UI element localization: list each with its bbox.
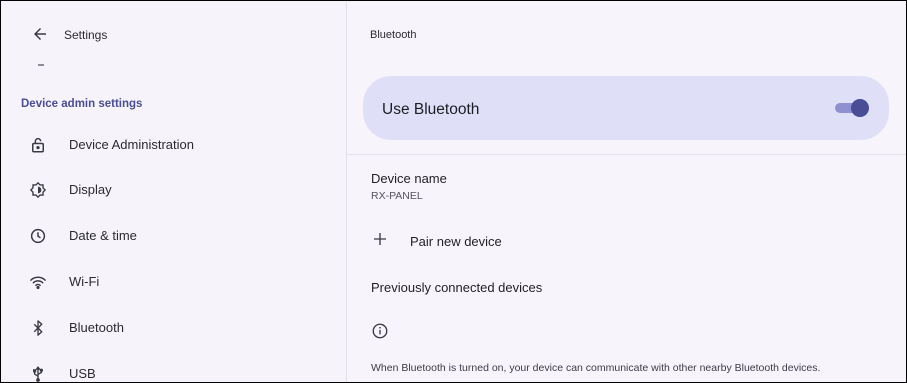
sidebar-item-label: Bluetooth [69, 320, 124, 335]
device-name-value: RX-PANEL [371, 190, 423, 202]
pair-new-device-button[interactable]: Pair new device [369, 226, 669, 256]
back-arrow-icon[interactable] [29, 23, 51, 45]
page-title: Bluetooth [370, 29, 417, 41]
pair-new-device-label: Pair new device [410, 234, 502, 249]
lock-open-icon [28, 135, 48, 155]
brightness-icon [28, 180, 48, 200]
use-bluetooth-toggle-card[interactable]: Use Bluetooth [363, 76, 889, 140]
scroll-indicator [38, 64, 44, 66]
previously-connected-devices-link[interactable]: Previously connected devices [371, 280, 542, 295]
sidebar-item-label: Display [69, 182, 112, 197]
switch-thumb [851, 99, 869, 117]
sidebar-item-date-time[interactable]: Date & time [1, 214, 346, 258]
sidebar-item-label: USB [69, 366, 96, 381]
info-icon [372, 323, 388, 339]
use-bluetooth-label: Use Bluetooth [382, 101, 480, 118]
sidebar-item-usb[interactable]: USB [1, 352, 346, 382]
sidebar-item-device-administration[interactable]: Device Administration [1, 123, 346, 167]
sidebar-item-label: Device Administration [69, 137, 194, 152]
bluetooth-settings-pane: Bluetooth Use Bluetooth Device name RX-P… [347, 1, 906, 382]
sidebar-item-label: Wi-Fi [69, 274, 100, 289]
usb-icon [28, 364, 48, 382]
bluetooth-icon [28, 318, 48, 338]
settings-window: Settings Device admin settings Device Ad… [0, 0, 907, 383]
divider [347, 154, 906, 155]
plus-icon [374, 233, 386, 245]
nav-title: Settings [64, 28, 108, 42]
clock-icon [28, 226, 48, 246]
bluetooth-info-text: When Bluetooth is turned on, your device… [371, 362, 821, 374]
wifi-icon [28, 272, 48, 292]
device-name-label: Device name [371, 171, 447, 186]
sidebar-item-display[interactable]: Display [1, 168, 346, 212]
sidebar-item-label: Date & time [69, 228, 137, 243]
sidebar-item-bluetooth[interactable]: Bluetooth [1, 306, 346, 350]
bluetooth-switch[interactable] [833, 99, 869, 117]
section-header: Device admin settings [21, 98, 143, 110]
settings-nav-pane: Settings Device admin settings Device Ad… [1, 1, 347, 382]
sidebar-item-wifi[interactable]: Wi-Fi [1, 260, 346, 304]
nav-top-bar: Settings [1, 1, 346, 61]
